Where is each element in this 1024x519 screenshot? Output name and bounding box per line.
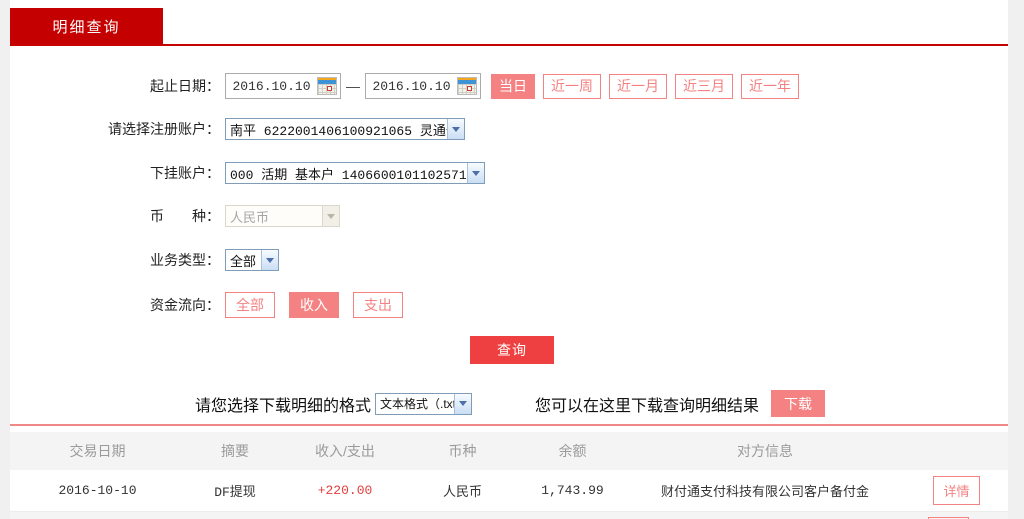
currency-row: 币 种： 人民币: [10, 205, 1008, 227]
cell-amount: +220.00: [317, 483, 373, 498]
sub-account-select[interactable]: 000 活期 基本户 1406600101102571848: [225, 162, 485, 184]
currency-select: 人民币: [225, 205, 340, 227]
sub-account-label: 下挂账户：: [150, 165, 220, 181]
page: 明细查询 起止日期： 2016.10.10 — 2016.10.10 当日 近一…: [0, 0, 1024, 519]
next-row-partial: [10, 512, 1008, 519]
header-balance: 余额: [558, 443, 587, 459]
tab-detail-query[interactable]: 明细查询: [10, 8, 163, 44]
register-account-row: 请选择注册账户： 南平 6222001406100921065 灵通卡: [10, 118, 1008, 140]
fund-flow-row: 资金流向： 全部 收入 支出: [10, 292, 1008, 318]
business-type-value: 全部: [230, 254, 257, 270]
header-counterparty: 对方信息: [737, 443, 793, 459]
table-divider: [10, 424, 1008, 426]
dropdown-arrow-icon: [322, 206, 339, 226]
date-range-label: 起止日期：: [150, 78, 220, 94]
currency-value: 人民币: [230, 210, 270, 226]
cell-currency: 人民币: [442, 484, 482, 499]
fund-flow-label: 资金流向：: [150, 297, 220, 313]
dropdown-arrow-icon: [454, 393, 472, 414]
table-row: 2016-10-10 DF提现 +220.00 人民币 1,743.99 财付通…: [10, 470, 1008, 512]
business-type-row: 业务类型： 全部: [10, 249, 1008, 271]
fund-flow-income-button[interactable]: 收入: [289, 292, 339, 318]
download-format-value: 文本格式（.txt）: [380, 397, 454, 411]
start-date-input[interactable]: 2016.10.10: [225, 73, 341, 99]
register-account-select[interactable]: 南平 6222001406100921065 灵通卡: [225, 118, 465, 140]
quick-range-today-button[interactable]: 当日: [491, 73, 535, 99]
date-range-separator: —: [346, 78, 360, 94]
query-button[interactable]: 查询: [470, 336, 554, 364]
quick-range-year-button[interactable]: 近一年: [741, 73, 799, 99]
quick-range-week-button[interactable]: 近一周: [543, 73, 601, 99]
register-account-label: 请选择注册账户：: [108, 121, 220, 137]
download-hint-text: 您可以在这里下载查询明细结果: [535, 397, 760, 415]
cell-balance: 1,743.99: [541, 483, 604, 498]
calendar-icon[interactable]: [317, 77, 337, 95]
cell-counterparty: 财付通支付科技有限公司客户备付金: [660, 484, 869, 499]
header-date: 交易日期: [69, 443, 126, 459]
header-amount: 收入/支出: [315, 443, 375, 459]
cell-date: 2016-10-10: [58, 483, 137, 498]
calendar-icon[interactable]: [457, 77, 477, 95]
register-account-value: 南平 6222001406100921065 灵通卡: [230, 123, 447, 139]
quick-range-quarter-button[interactable]: 近三月: [675, 73, 733, 99]
download-format-label: 请您选择下载明细的格式: [195, 397, 372, 415]
download-row: 请您选择下载明细的格式 文本格式（.txt） 您可以在这里下载查询明细结果 下载: [195, 390, 1008, 417]
currency-label: 币 种：: [150, 208, 220, 224]
quick-range-month-button[interactable]: 近一月: [609, 73, 667, 99]
table-header-row: 交易日期 摘要 收入/支出 币种 余额 对方信息: [10, 432, 1008, 470]
download-button[interactable]: 下载: [771, 390, 826, 417]
detail-query-panel: 明细查询 起止日期： 2016.10.10 — 2016.10.10 当日 近一…: [10, 0, 1008, 519]
fund-flow-all-button[interactable]: 全部: [225, 292, 275, 318]
business-type-select[interactable]: 全部: [225, 249, 279, 271]
download-format-select[interactable]: 文本格式（.txt）: [375, 392, 473, 415]
query-form: 起止日期： 2016.10.10 — 2016.10.10 当日 近一周 近一月…: [10, 46, 1008, 364]
sub-account-value: 000 活期 基本户 1406600101102571848: [230, 167, 467, 183]
end-date-value: 2016.10.10: [372, 78, 451, 94]
detail-button[interactable]: 详情: [933, 476, 980, 505]
date-range-row: 起止日期： 2016.10.10 — 2016.10.10 当日 近一周 近一月…: [10, 73, 1008, 99]
transactions-table: 交易日期 摘要 收入/支出 币种 余额 对方信息 2016-10-10 DF提现…: [10, 432, 1008, 519]
cell-summary: DF提现: [214, 485, 256, 500]
dropdown-arrow-icon: [467, 163, 484, 183]
header-summary: 摘要: [221, 443, 249, 459]
sub-account-row: 下挂账户： 000 活期 基本户 1406600101102571848: [10, 162, 1008, 184]
business-type-label: 业务类型：: [150, 252, 220, 268]
fund-flow-expense-button[interactable]: 支出: [353, 292, 403, 318]
end-date-input[interactable]: 2016.10.10: [365, 73, 481, 99]
header-currency: 币种: [448, 443, 477, 459]
query-button-row: 查询: [10, 336, 1008, 364]
start-date-value: 2016.10.10: [232, 78, 311, 94]
dropdown-arrow-icon: [447, 119, 464, 139]
dropdown-arrow-icon: [261, 250, 278, 270]
tab-bar: 明细查询: [10, 0, 1008, 46]
